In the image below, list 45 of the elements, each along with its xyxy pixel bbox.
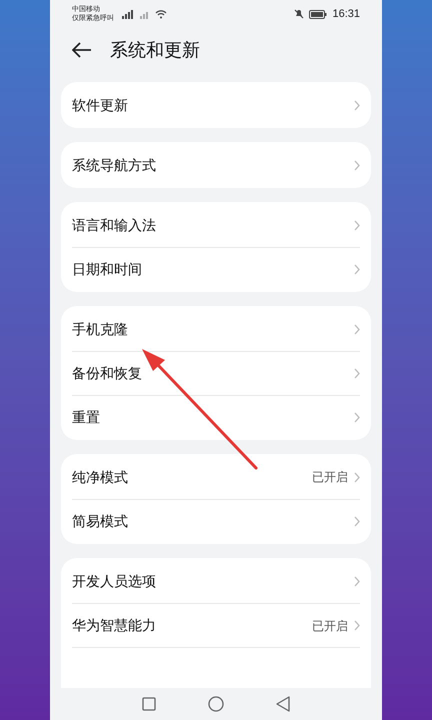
settings-row[interactable]: 软件更新	[72, 83, 360, 127]
settings-row[interactable]: 系统导航方式	[72, 143, 360, 187]
chevron-right-icon	[354, 324, 360, 334]
chevron-right-icon	[354, 100, 360, 110]
row-label: 语言和输入法	[72, 216, 157, 234]
row-label: 简易模式	[72, 512, 129, 531]
back-button-icon[interactable]	[276, 696, 290, 712]
row-label: 纯净模式	[72, 468, 129, 486]
settings-row[interactable]: 语言和输入法	[72, 203, 360, 247]
settings-row[interactable]: 华为智慧能力 已开启	[72, 603, 360, 647]
settings-row[interactable]: 简易模式	[72, 499, 360, 543]
settings-row[interactable]: 手机克隆	[72, 307, 360, 351]
battery-icon	[309, 10, 328, 18]
signal-icon	[119, 10, 133, 18]
chevron-right-icon	[354, 160, 360, 170]
row-label: 系统导航方式	[72, 156, 157, 174]
wifi-icon	[155, 9, 167, 19]
clock-time: 16:31	[332, 6, 360, 22]
chevron-right-icon	[354, 620, 360, 631]
chevron-right-icon	[354, 368, 360, 379]
page-title: 系统和更新	[110, 38, 200, 62]
recents-button-icon[interactable]	[142, 697, 156, 711]
chevron-right-icon	[354, 472, 360, 482]
row-value: 已开启	[312, 469, 348, 486]
chevron-right-icon	[354, 264, 360, 275]
chevron-right-icon	[354, 516, 360, 527]
settings-row[interactable]: 日期和时间	[72, 247, 360, 291]
signal-icon	[138, 10, 150, 18]
settings-row[interactable]: 开发人员选项	[72, 559, 360, 603]
row-value: 已开启	[312, 618, 348, 634]
row-label: 华为智慧能力	[72, 616, 157, 635]
row-label: 日期和时间	[72, 260, 143, 279]
settings-row[interactable]: 重置	[72, 395, 360, 439]
back-arrow-icon[interactable]	[72, 42, 92, 58]
row-label: 备份和恢复	[72, 364, 143, 383]
settings-row[interactable]: 纯净模式 已开启	[72, 455, 360, 499]
row-label: 手机克隆	[72, 320, 129, 338]
row-label: 重置	[72, 408, 101, 427]
row-label: 开发人员选项	[72, 572, 157, 590]
chevron-right-icon	[354, 412, 360, 423]
chevron-right-icon	[354, 220, 360, 230]
chevron-right-icon	[354, 576, 360, 586]
home-button-icon[interactable]	[208, 696, 224, 712]
muted-bell-icon	[294, 9, 304, 19]
row-label: 软件更新	[72, 96, 129, 114]
